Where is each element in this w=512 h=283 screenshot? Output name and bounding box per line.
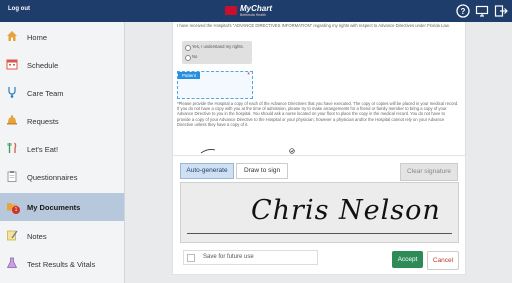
home-icon xyxy=(7,31,17,41)
cancel-button[interactable]: Cancel xyxy=(427,251,459,270)
sidebar-item-label: Questionnaires xyxy=(27,173,78,182)
sidebar-item-label: Let's Eat! xyxy=(27,145,59,154)
sidebar-item-label: Care Team xyxy=(27,89,64,98)
required-asterisk: * xyxy=(247,72,250,79)
sidebar: Home Schedule Care Team Requests Let's E… xyxy=(0,22,125,283)
logo-sub: Bethesda Health xyxy=(240,13,266,17)
sidebar-item-label: Notes xyxy=(27,232,47,241)
bell-icon xyxy=(7,115,17,125)
computer-icon[interactable] xyxy=(475,4,489,18)
notepad-icon xyxy=(7,230,18,241)
mychart-logo: MyChart Bethesda Health xyxy=(225,3,287,19)
sidebar-item-lets-eat[interactable]: Let's Eat! xyxy=(0,136,124,162)
sidebar-item-label: Requests xyxy=(27,117,59,126)
tab-draw-to-sign[interactable]: Draw to sign xyxy=(236,163,288,179)
logo-brand: MyChart xyxy=(240,4,273,13)
accept-button[interactable]: Accept xyxy=(392,251,423,268)
radio-no-label: No xyxy=(192,54,198,59)
radio-no-dot[interactable] xyxy=(185,55,191,61)
sidebar-item-questionnaires[interactable]: Questionnaires xyxy=(0,164,124,190)
sidebar-item-care-team[interactable]: Care Team xyxy=(0,80,124,106)
sidebar-item-label: My Documents xyxy=(27,203,81,212)
sidebar-item-home[interactable]: Home xyxy=(0,24,124,50)
sidebar-item-label: Test Results & Vitals xyxy=(27,260,96,269)
signature-preview-marks xyxy=(200,148,295,154)
top-bar: Log out MyChart Bethesda Health ? xyxy=(0,0,512,22)
save-label: Save for future use xyxy=(203,254,254,260)
signature-canvas[interactable]: Chris Nelson xyxy=(180,182,459,243)
rights-radio-group: Yes, I understand my rights. No xyxy=(182,41,252,64)
sidebar-item-notes[interactable]: Notes xyxy=(0,223,124,249)
clear-signature-button[interactable]: Clear signature xyxy=(400,163,458,181)
radio-yes-dot[interactable] xyxy=(185,45,191,51)
notification-badge: 1 xyxy=(12,206,20,214)
sidebar-item-requests[interactable]: Requests xyxy=(0,108,124,134)
help-icon[interactable]: ? xyxy=(456,4,470,18)
copies-paragraph: *Please provide the Hospital a copy of e… xyxy=(177,101,459,127)
sidebar-item-label: Schedule xyxy=(27,61,59,70)
radio-yes-label: Yes, I understand my rights. xyxy=(192,44,244,49)
flask-icon xyxy=(6,257,18,268)
logo-badge-icon xyxy=(225,6,237,15)
exit-icon[interactable] xyxy=(494,4,508,18)
save-checkbox[interactable] xyxy=(187,254,195,262)
tab-auto-generate[interactable]: Auto-generate xyxy=(180,163,234,179)
sidebar-item-schedule[interactable]: Schedule xyxy=(0,52,124,78)
advance-directives-statement: I have received the Hospital's "ADVANCE … xyxy=(177,23,450,28)
signature-baseline xyxy=(187,233,452,234)
signature-panel: Auto-generate Draw to sign Clear signatu… xyxy=(172,148,466,275)
sidebar-item-label: Home xyxy=(27,33,48,42)
logout-link[interactable]: Log out xyxy=(8,6,30,12)
signature-text: Chris Nelson xyxy=(251,195,441,226)
sidebar-item-my-documents[interactable]: 1 My Documents xyxy=(0,193,124,221)
patient-field-label: Patient xyxy=(178,72,201,79)
utensils-icon xyxy=(7,142,17,153)
calendar-icon xyxy=(6,59,18,70)
stethoscope-icon xyxy=(8,87,16,98)
svg-text:?: ? xyxy=(461,7,466,16)
sidebar-item-test-results[interactable]: Test Results & Vitals xyxy=(0,251,124,277)
save-for-future-use[interactable]: Save for future use xyxy=(183,250,318,265)
clipboard-icon xyxy=(7,171,17,182)
patient-signature-field[interactable]: Patient * xyxy=(177,71,253,99)
